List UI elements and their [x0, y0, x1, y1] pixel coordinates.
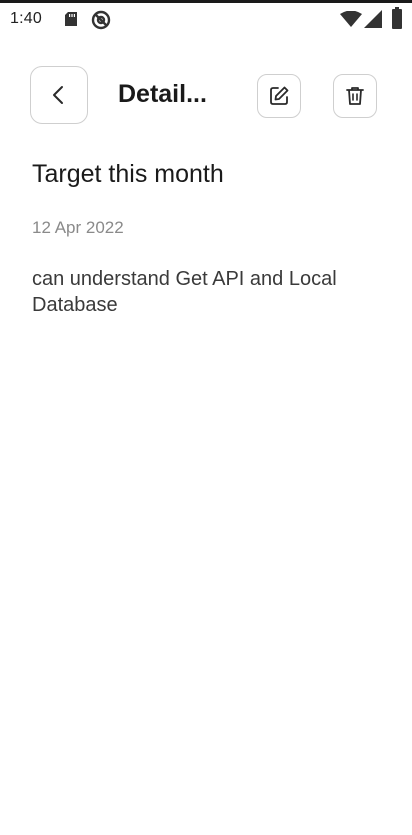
note-title: Target this month: [32, 160, 224, 188]
note-date: 12 Apr 2022: [32, 218, 124, 237]
edit-icon: [270, 86, 289, 105]
battery-icon: [392, 7, 402, 29]
delete-button[interactable]: [333, 74, 377, 118]
back-button[interactable]: [30, 66, 88, 124]
chevron-left-icon: [53, 86, 63, 104]
at-sign-icon: [91, 10, 111, 30]
wifi-icon: [340, 11, 362, 27]
status-bar: 1:40: [0, 3, 412, 35]
status-time: 1:40: [10, 10, 42, 27]
cell-signal-icon: [364, 10, 382, 28]
page-title: Detail...: [118, 80, 207, 108]
sd-card-icon: [65, 12, 77, 26]
note-body: can understand Get API and Local Databas…: [32, 268, 337, 316]
note-detail-screen: 1:40 Detail... Target this month 12 Apr …: [0, 0, 412, 835]
trash-icon: [346, 87, 364, 105]
edit-button[interactable]: [257, 74, 301, 118]
